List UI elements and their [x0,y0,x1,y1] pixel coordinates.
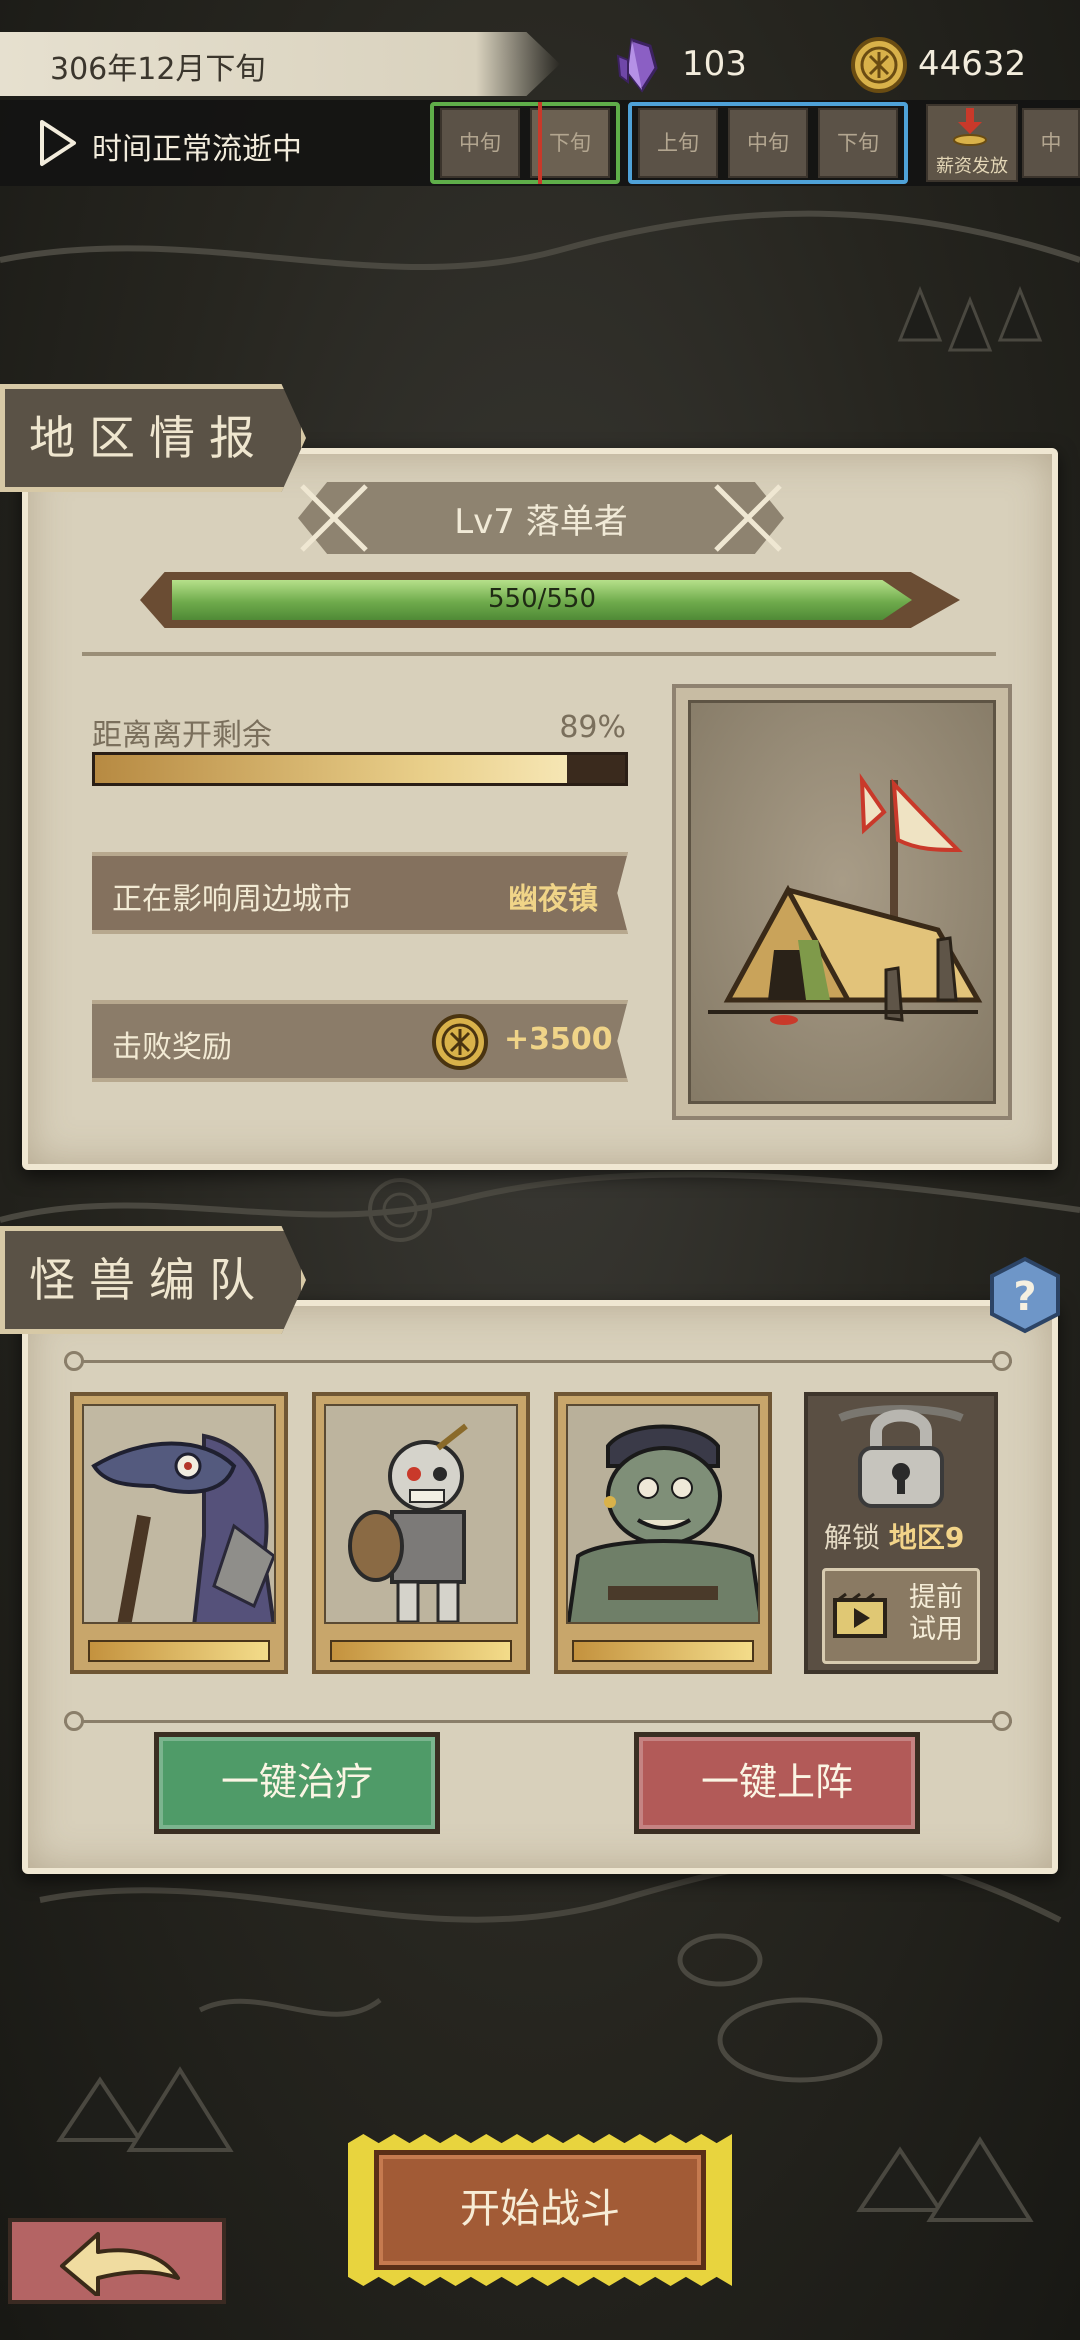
period-cell-current: 下旬 [530,108,610,178]
monster-portrait [566,1404,760,1624]
tent-icon [708,773,983,1025]
unlock-requirement: 解锁 地区9 [824,1516,964,1556]
rule-cap [64,1711,84,1731]
period-cell: 上旬 [638,108,718,178]
period-cell: 中 [1022,108,1080,178]
unlock-area: 地区9 [888,1521,965,1554]
defeat-reward-value: +3500 [504,1022,613,1057]
coin-count: 44632 [918,44,1027,84]
play-icon[interactable] [38,118,78,168]
crystal-count: 103 [682,44,747,84]
rule-cap [64,1351,84,1371]
squad-rule-top [64,1360,1012,1363]
monster-hp-bar [572,1640,754,1662]
period-cell: 中旬 [440,108,520,178]
affected-city-name: 幽夜镇 [508,882,598,917]
reward-coin-icon [432,1014,488,1070]
early-trial-label: 提前 试用 [909,1582,963,1645]
leave-countdown-label: 距离离开剩余 [92,718,272,753]
region-info-tab: 地区情报 [0,384,306,492]
defeat-reward-label: 击败奖励 [112,1030,232,1065]
monster-slot-3[interactable] [554,1392,772,1674]
monster-hp-bar [88,1640,270,1662]
current-time-marker [538,102,542,184]
affected-city-label: 正在影响周边城市 [112,882,352,917]
time-status: 时间正常流逝中 [92,132,302,167]
divider [82,652,996,656]
crystal-icon [616,37,658,93]
leave-progress-fill [95,755,567,783]
coin-icon [851,37,907,93]
enemy-level-title: Lv7 落单者 [454,502,628,542]
world-map-background [0,210,1080,2222]
crow-monster-icon [84,1406,274,1622]
monster-slot-2[interactable] [312,1392,530,1674]
back-arrow-icon [60,2232,180,2296]
squad-rule-bottom [64,1720,1012,1723]
video-ad-icon [833,1592,887,1638]
leave-countdown-percent: 89% [559,710,626,745]
deploy-all-button[interactable]: 一键上阵 [634,1732,920,1834]
enemy-hp-text: 550/550 [487,584,596,614]
salary-coin-arrow-icon [953,108,987,146]
svg-text:?: ? [1013,1274,1036,1320]
period-cell: 下旬 [818,108,898,178]
skeleton-knight-icon [326,1406,516,1622]
current-date: 306年12月下旬 [50,52,266,87]
monster-hp-bar [330,1640,512,1662]
start-battle-button[interactable]: 开始战斗 [374,2150,706,2270]
ogre-icon [568,1406,758,1622]
rule-cap [992,1351,1012,1371]
unlock-prefix: 解锁 [824,1521,881,1554]
padlock-icon [838,1405,964,1508]
heal-all-button[interactable]: 一键治疗 [154,1732,440,1834]
monster-slot-1[interactable] [70,1392,288,1674]
monster-squad-tab: 怪兽编队 [0,1226,306,1334]
help-icon[interactable]: ? [986,1256,1064,1334]
rule-cap [992,1711,1012,1731]
monster-portrait [324,1404,518,1624]
period-cell: 中旬 [728,108,808,178]
monster-portrait [82,1404,276,1624]
